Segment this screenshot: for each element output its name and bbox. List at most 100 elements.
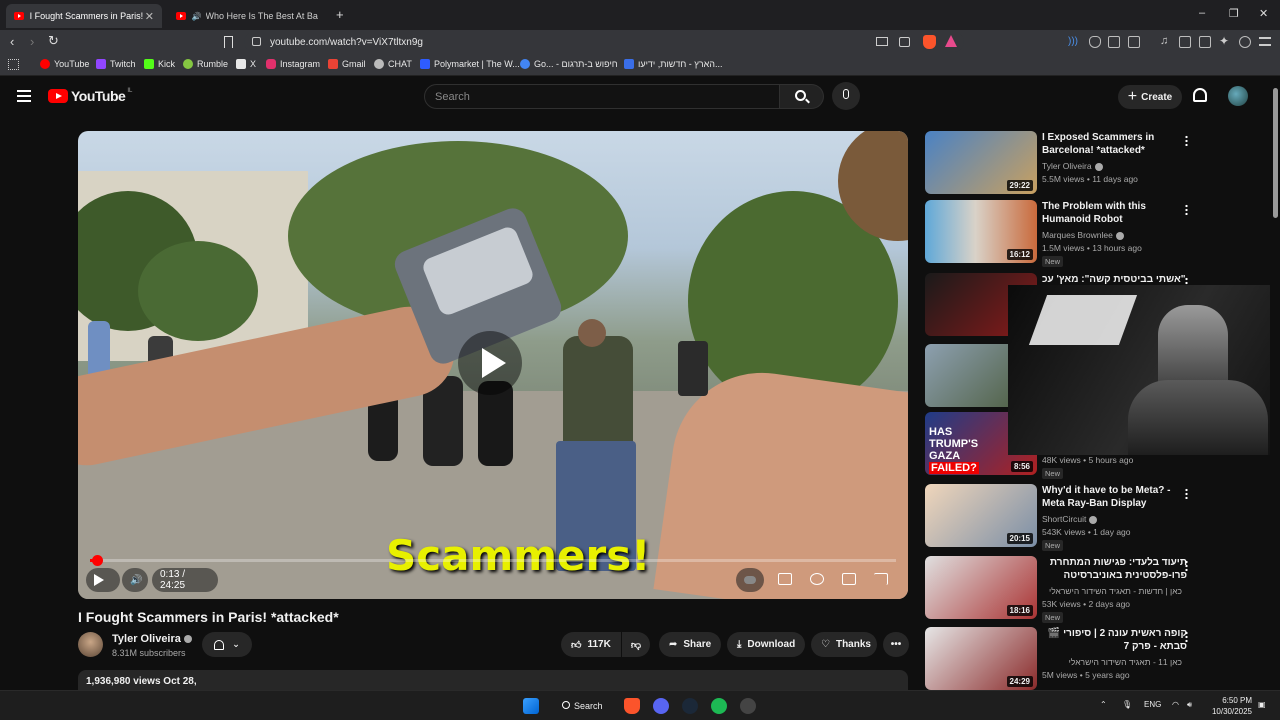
discord-icon[interactable] <box>653 698 669 714</box>
hamburger-menu-icon[interactable] <box>17 90 31 102</box>
spotify-icon[interactable] <box>711 698 727 714</box>
app-icon[interactable] <box>740 698 756 714</box>
share-icon[interactable] <box>899 37 910 47</box>
recommendation-item[interactable]: 16:12 The Problem with this Humanoid Rob… <box>925 200 1255 267</box>
more-vert-icon[interactable] <box>1185 135 1188 146</box>
wallet-icon[interactable] <box>1199 36 1211 48</box>
notifications-subscribe-button[interactable]: ⌄ <box>202 632 252 657</box>
voice-search-button[interactable] <box>832 82 860 110</box>
bookmark-google-translate[interactable]: Go... - חיפוש ב-תרגום <box>520 59 618 69</box>
search-button[interactable] <box>780 84 824 109</box>
forward-icon[interactable]: › <box>30 34 34 49</box>
autoplay-toggle[interactable] <box>736 568 764 592</box>
volume-tray-icon[interactable]: 🔊︎ <box>1187 700 1192 710</box>
site-info-icon[interactable] <box>252 37 261 46</box>
create-button[interactable]: + Create <box>1118 85 1182 109</box>
video-thumbnail[interactable]: 20:15 <box>925 484 1037 547</box>
apps-grid-icon[interactable] <box>8 59 19 70</box>
recommendation-channel[interactable]: ShortCircuit <box>1042 514 1098 524</box>
vpn-shield-icon[interactable] <box>1089 36 1101 48</box>
page-scrollbar[interactable] <box>1270 76 1280 690</box>
more-vert-icon[interactable] <box>1185 560 1188 571</box>
recommendation-channel[interactable]: כאן 11 - תאגיד השידור הישראלי <box>1042 657 1182 667</box>
brave-rewards-icon[interactable] <box>945 35 957 47</box>
recommendation-item[interactable]: 20:15 Why'd it have to be Meta? - Meta R… <box>925 484 1255 551</box>
reload-icon[interactable]: ↻ <box>48 33 59 49</box>
steam-icon[interactable] <box>682 698 698 714</box>
video-progress-bar[interactable] <box>90 555 896 566</box>
recommendation-title[interactable]: תיעוד בלעדי: פגישות המתחרת פרו-פלסטינית … <box>1042 556 1187 582</box>
recommendation-item[interactable]: 29:22 I Exposed Scammers in Barcelona! *… <box>925 131 1255 195</box>
more-actions-button[interactable]: ••• <box>883 632 909 657</box>
share-button[interactable]: ➦ Share <box>659 632 721 657</box>
thanks-button[interactable]: ♡ Thanks <box>811 632 877 657</box>
bookmark-kick[interactable]: Kick <box>144 59 175 69</box>
video-thumbnail[interactable]: 18:16 <box>925 556 1037 619</box>
maximize-button[interactable]: ❐ <box>1229 7 1239 20</box>
minimize-button[interactable]: – <box>1199 7 1205 19</box>
bookmark-gmail[interactable]: Gmail <box>328 59 366 69</box>
like-button[interactable]: 👍︎ 117K <box>561 632 621 657</box>
bookmark-chat[interactable]: CHAT <box>374 59 412 69</box>
recommendation-channel[interactable]: Marques Brownlee <box>1042 230 1124 240</box>
recommendation-item[interactable]: 18:16 תיעוד בלעדי: פגישות המתחרת פרו-פלס… <box>925 556 1255 623</box>
bookmark-x[interactable]: X <box>236 59 256 69</box>
video-thumbnail[interactable]: 16:12 <box>925 200 1037 263</box>
channel-name[interactable]: Tyler Oliveira <box>112 633 192 645</box>
ai-icon[interactable]: ✦ <box>1219 34 1229 48</box>
leo-icon[interactable] <box>1239 36 1251 48</box>
back-icon[interactable]: ‹ <box>10 34 14 49</box>
big-play-button[interactable] <box>458 331 522 395</box>
tab-active[interactable]: I Fought Scammers in Paris! *atta ✕ <box>6 4 162 28</box>
recommendation-title[interactable]: The Problem with this Humanoid Robot <box>1042 200 1187 226</box>
close-tab-icon[interactable]: ✕ <box>145 10 154 23</box>
recommendation-channel[interactable]: Tyler Oliveira <box>1042 161 1103 171</box>
media-icon[interactable]: ♫ <box>1160 35 1168 47</box>
play-button[interactable] <box>86 568 120 592</box>
new-tab-button[interactable]: + <box>336 7 344 22</box>
settings-gear-icon[interactable] <box>810 573 824 585</box>
scrollbar-thumb[interactable] <box>1273 88 1278 218</box>
video-thumbnail[interactable]: 24:29 <box>925 627 1037 690</box>
volume-button[interactable]: 🔊 <box>122 568 148 592</box>
recommendation-title[interactable]: קופה ראשית עונה 2 | סיפורי 🎬 סבתא - פרק … <box>1042 627 1187 653</box>
tab-inactive[interactable]: 🔊 Who Here Is The Best At Basketb <box>168 4 326 28</box>
brave-browser-icon[interactable] <box>624 698 640 714</box>
bookmark-twitch[interactable]: Twitch <box>96 59 136 69</box>
sidebar-icon[interactable] <box>1179 36 1191 48</box>
wifi-icon[interactable]: ◠ <box>1172 700 1179 709</box>
miniplayer-icon[interactable] <box>842 573 856 585</box>
bookmark-youtube[interactable]: YouTube <box>40 59 89 69</box>
bookmark-rumble[interactable]: Rumble <box>183 59 228 69</box>
notifications-bell-icon[interactable] <box>1193 88 1207 102</box>
windows-start-icon[interactable] <box>523 698 539 714</box>
account-avatar[interactable] <box>1228 86 1248 106</box>
recommendation-item[interactable]: 24:29 קופה ראשית עונה 2 | סיפורי 🎬 סבתא … <box>925 627 1255 691</box>
download-button[interactable]: ⤓ Download <box>727 632 805 657</box>
microphone-tray-icon[interactable]: 🎙︎ <box>1122 700 1132 709</box>
cast-icon[interactable] <box>876 37 888 46</box>
clock[interactable]: 6:50 PM 10/30/2025 <box>1208 695 1252 717</box>
video-thumbnail[interactable]: 29:22 <box>925 131 1037 194</box>
bookmark-haaretz[interactable]: הארץ - חדשות, ידיעו... <box>624 59 723 69</box>
screenshot-icon[interactable] <box>1128 36 1140 48</box>
menu-icon[interactable] <box>1259 37 1271 46</box>
language-indicator[interactable]: ENG <box>1144 700 1161 709</box>
picture-in-picture-overlay[interactable] <box>1008 285 1280 455</box>
fullscreen-icon[interactable] <box>874 573 888 585</box>
close-window-button[interactable]: ✕ <box>1259 7 1268 20</box>
sound-wave-icon[interactable]: ))) <box>1068 36 1078 47</box>
channel-avatar[interactable] <box>78 632 103 657</box>
notification-icon[interactable]: ▣ <box>1258 700 1266 709</box>
youtube-logo[interactable]: YouTube IL <box>48 88 132 104</box>
video-player[interactable]: Scammers! 🔊 0:13 / 24:25 <box>78 131 908 599</box>
extensions-icon[interactable] <box>1108 36 1120 48</box>
description-box[interactable]: 1,936,980 views Oct 28, <box>78 670 908 692</box>
bookmark-polymarket[interactable]: Polymarket | The W... <box>420 59 520 69</box>
more-vert-icon[interactable] <box>1185 631 1188 642</box>
brave-shield-icon[interactable] <box>923 35 936 49</box>
recommendation-title[interactable]: I Exposed Scammers in Barcelona! *attack… <box>1042 131 1187 157</box>
more-vert-icon[interactable] <box>1185 488 1188 499</box>
recommendation-channel[interactable]: כאן | חדשות - תאגיד השידור הישראלי <box>1042 586 1182 596</box>
bookmark-page-icon[interactable] <box>224 36 233 48</box>
